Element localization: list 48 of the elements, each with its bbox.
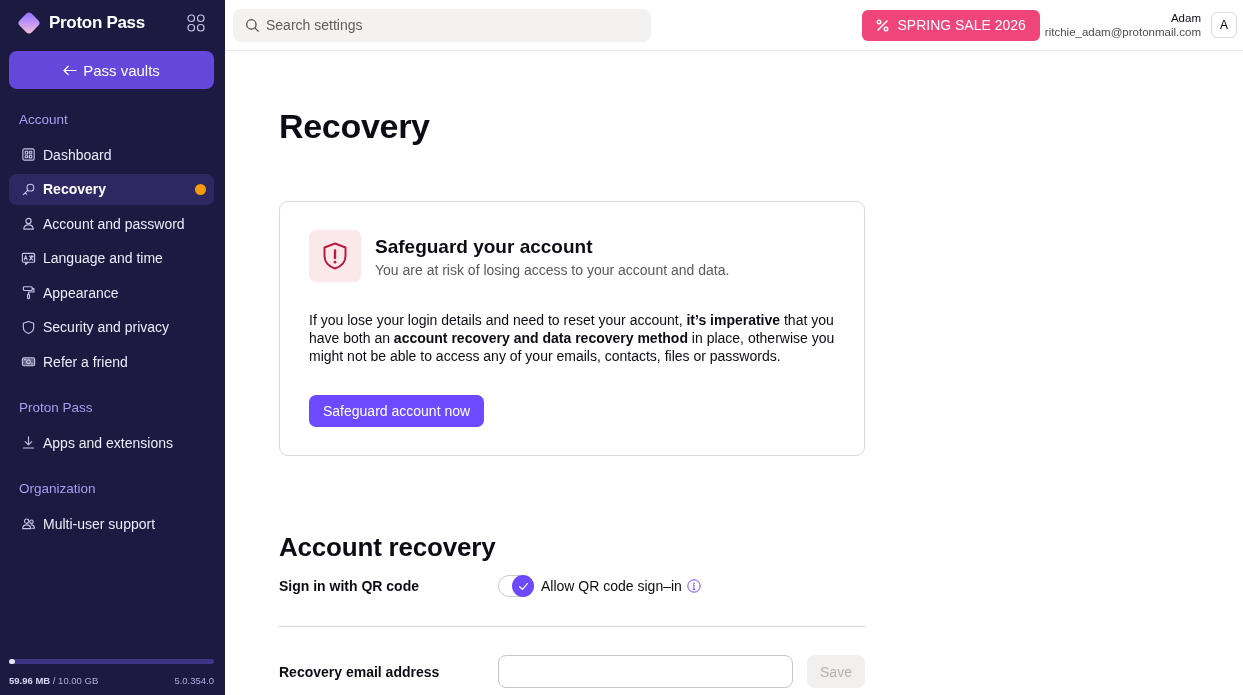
- promo-button[interactable]: SPRING SALE 2026: [862, 9, 1040, 41]
- percent-icon: [876, 18, 890, 32]
- sidebar-item[interactable]: Account and password: [9, 208, 214, 239]
- dashboard-icon: [21, 147, 36, 162]
- safeguard-button[interactable]: Safeguard account now: [309, 395, 485, 427]
- page-title: Recovery: [279, 106, 430, 146]
- avatar-button[interactable]: A: [1211, 12, 1237, 38]
- email-input-field[interactable]: [498, 655, 793, 688]
- users-icon: [21, 516, 36, 531]
- search-icon: [245, 17, 260, 33]
- sidebar-item[interactable]: Dashboard: [9, 139, 214, 170]
- sidebar-item[interactable]: Recovery: [9, 173, 214, 205]
- sidebar-item[interactable]: Appearance: [9, 277, 214, 308]
- apps-grid-icon[interactable]: [187, 14, 205, 32]
- sidebar-item[interactable]: Apps and extensions: [9, 427, 214, 458]
- sidebar-item[interactable]: Refer a friend: [9, 346, 214, 377]
- section-title: Organization: [19, 481, 96, 496]
- app-name: Proton Pass: [49, 13, 146, 33]
- user-icon: [21, 216, 36, 231]
- banknote-icon: [21, 354, 36, 369]
- key-icon: [21, 181, 36, 197]
- section-heading: Account recovery: [279, 531, 496, 563]
- user-email: ritchie_adam@protonmail.com: [1044, 26, 1201, 38]
- shield-icon: [21, 319, 36, 335]
- download-icon: [21, 435, 36, 450]
- card-title: Safeguard your account: [375, 236, 593, 258]
- paint-roller-icon: [21, 285, 36, 300]
- setting-label: Sign in with QR code: [279, 578, 419, 594]
- setting-label: Recovery email address: [279, 663, 440, 680]
- info-icon[interactable]: [686, 579, 701, 593]
- sidebar-item[interactable]: Security and privacy: [9, 311, 214, 343]
- user-name: Adam: [1170, 12, 1201, 24]
- back-button[interactable]: Pass vaults: [9, 51, 214, 89]
- check-icon: [518, 582, 528, 590]
- search-field[interactable]: Search settings: [233, 8, 651, 42]
- toggle-switch[interactable]: [498, 575, 534, 597]
- card-body-text: If you lose your login details and need to reset your account, it’s imperative that you have both an account recovery and data recovery method in place, otherwise you might not be able to access any of your emails, contacts, files or passwords.: [309, 311, 836, 365]
- section-title: Proton Pass: [19, 400, 93, 415]
- language-icon: [21, 250, 36, 266]
- storage-usage: 59.96 MB / 10.00 GB: [9, 675, 99, 686]
- version-text: 5.0.354.0: [174, 675, 214, 686]
- shield-warning-icon: [309, 230, 361, 282]
- left-arrow-icon: [63, 64, 78, 76]
- sidebar-item[interactable]: Language and time: [9, 242, 214, 274]
- section-title: Account: [19, 112, 68, 127]
- card-subtitle: You are at risk of losing access to your account and data.: [375, 262, 730, 278]
- sidebar-item[interactable]: Multi-user support: [9, 508, 214, 539]
- toggle-label: Allow QR code sign–in: [541, 578, 682, 594]
